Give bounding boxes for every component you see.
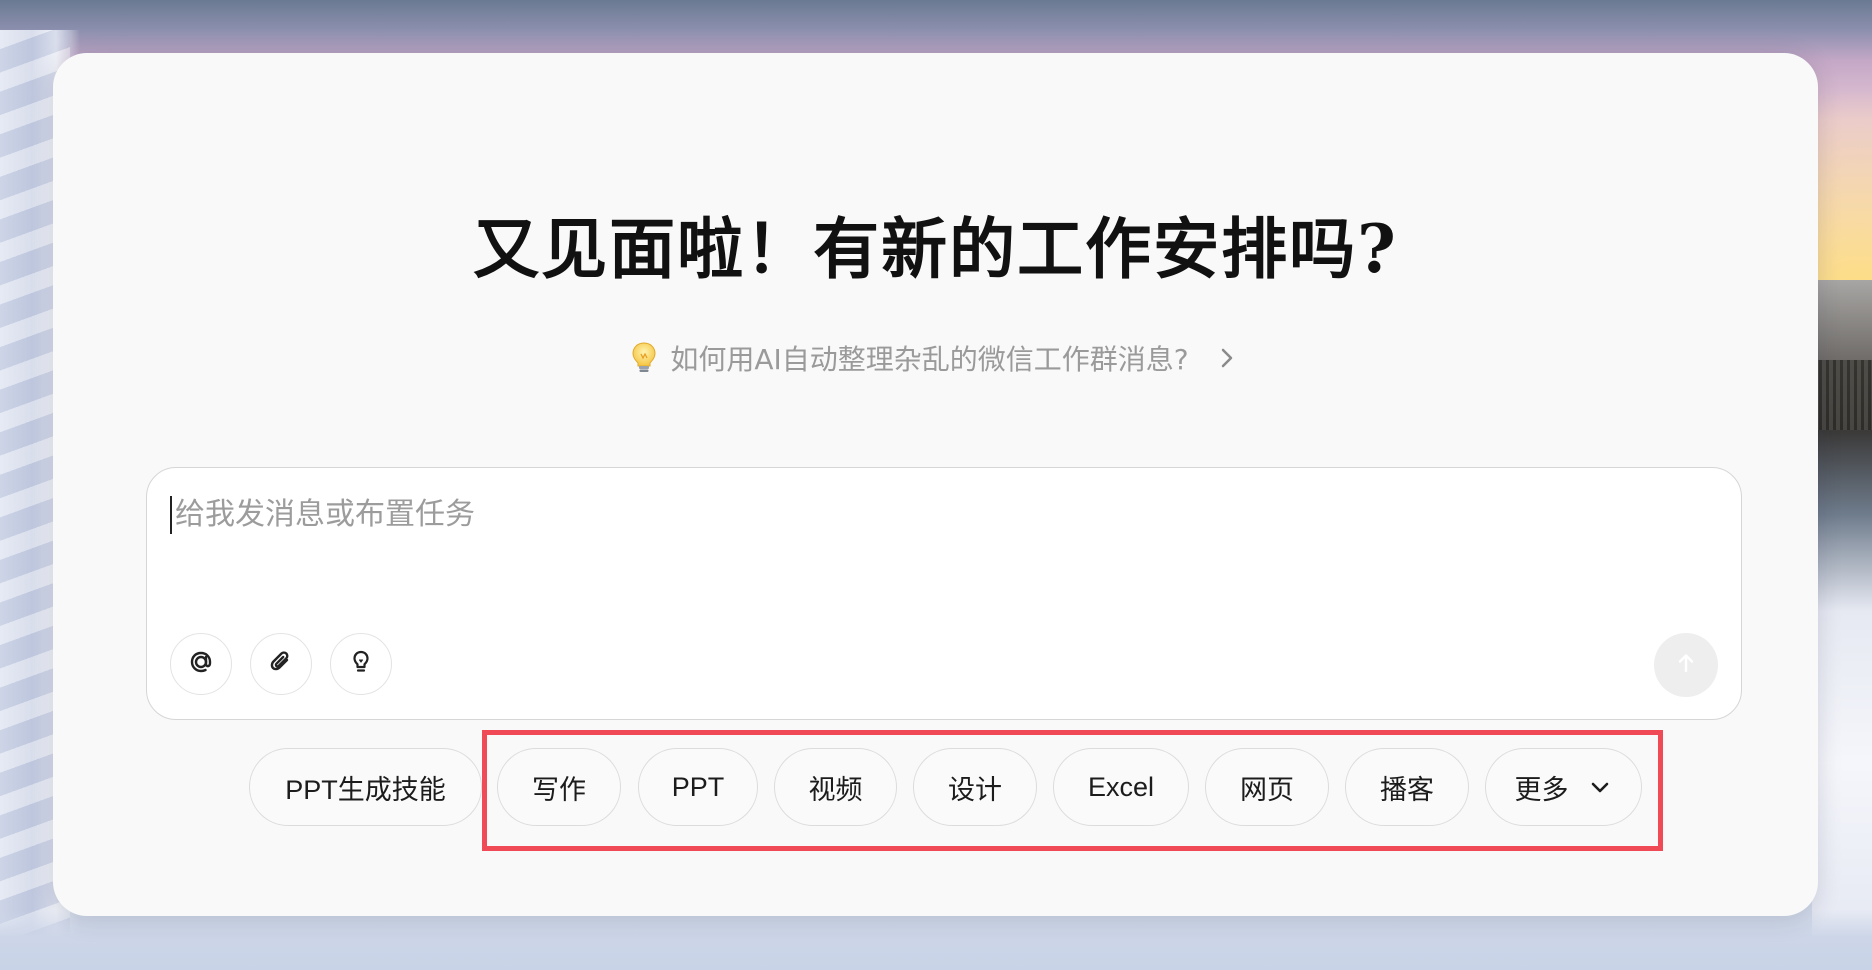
chip-design[interactable]: 设计 (913, 748, 1037, 826)
background-snow-bottom (0, 910, 1872, 970)
chip-label: 播客 (1380, 774, 1434, 805)
background-landscape-right (1812, 280, 1872, 970)
message-composer[interactable]: 给我发消息或布置任务 (146, 467, 1742, 720)
chip-label: PPT生成技能 (285, 774, 446, 805)
arrow-up-icon (1673, 650, 1699, 680)
chip-label: 写作 (532, 774, 586, 805)
chevron-down-icon (1587, 774, 1613, 800)
chip-writing[interactable]: 写作 (497, 748, 621, 826)
composer-placeholder[interactable]: 给我发消息或布置任务 (175, 496, 475, 534)
main-card: 又见面啦！有新的工作安排吗? 如何用AI自动整理杂乱的微信工作群消息? 给我发消… (53, 53, 1818, 916)
chip-excel[interactable]: Excel (1053, 748, 1189, 826)
chip-ppt[interactable]: PPT (638, 748, 758, 826)
attachment-icon (267, 648, 295, 680)
lightbulb-icon (347, 648, 375, 680)
chip-video[interactable]: 视频 (774, 748, 897, 826)
chevron-right-icon (1213, 344, 1241, 372)
page-title: 又见面啦！有新的工作安排吗? (473, 210, 1398, 288)
attach-button[interactable] (250, 633, 312, 695)
chip-label: 网页 (1240, 774, 1294, 805)
chip-podcast[interactable]: 播客 (1345, 748, 1469, 826)
text-caret (170, 496, 172, 534)
background-trees (1812, 360, 1872, 430)
chip-label: 设计 (948, 774, 1002, 805)
chip-ppt-skill[interactable]: PPT生成技能 (249, 748, 482, 826)
suggestion-text: 如何用AI自动整理杂乱的微信工作群消息? (670, 343, 1189, 376)
suggestion-link[interactable]: 如何用AI自动整理杂乱的微信工作群消息? (53, 338, 1818, 378)
chip-label: 更多 (1514, 774, 1569, 805)
chip-more[interactable]: 更多 (1485, 748, 1642, 826)
at-mention-icon (187, 648, 215, 680)
chip-label: 视频 (808, 774, 863, 805)
chip-webpage[interactable]: 网页 (1205, 748, 1329, 826)
chip-label: PPT (671, 771, 725, 802)
mention-button[interactable] (170, 633, 232, 695)
lightbulb-icon (630, 341, 658, 375)
send-button[interactable] (1654, 633, 1718, 697)
chip-label: Excel (1087, 771, 1155, 802)
idea-button[interactable] (330, 633, 392, 695)
